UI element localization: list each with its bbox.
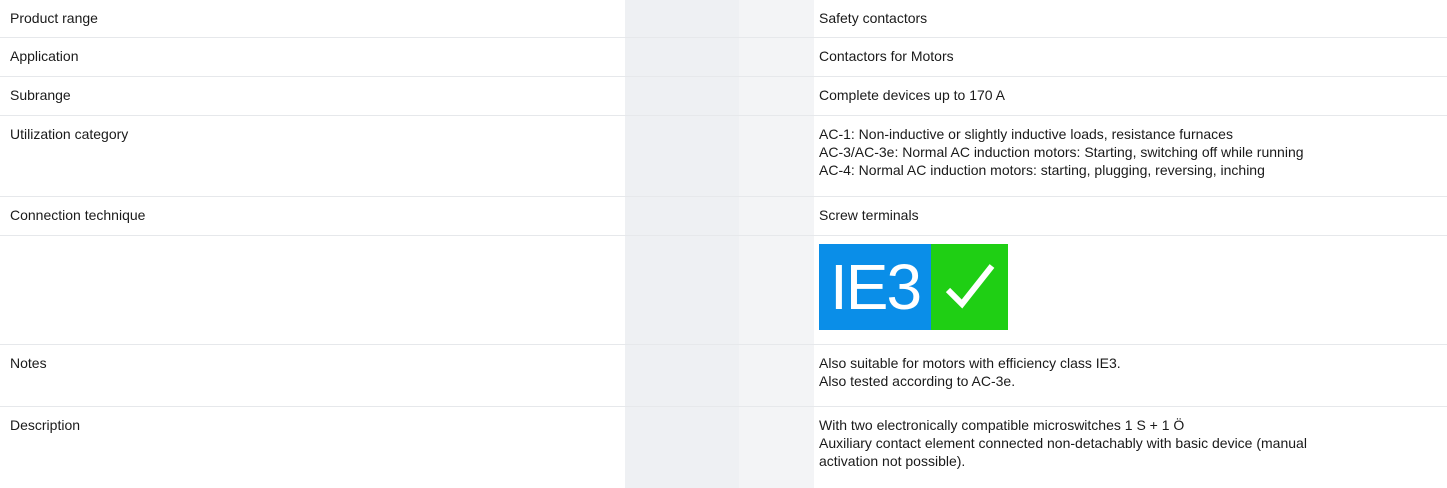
spec-row-connection-technique: Connection technique Screw terminals xyxy=(0,197,1447,236)
spec-value-line: Auxiliary contact element connected non-… xyxy=(819,435,1307,451)
spec-value: Screw terminals xyxy=(815,197,1447,235)
spec-row-subrange: Subrange Complete devices up to 170 A xyxy=(0,77,1447,116)
spec-label: Application xyxy=(10,48,79,64)
spec-row-ie3-badge: IE3 xyxy=(0,236,1447,345)
ie3-badge: IE3 xyxy=(819,244,1008,330)
spec-row-notes: Notes Also suitable for motors with effi… xyxy=(0,345,1447,407)
spec-value-line: Safety contactors xyxy=(819,10,928,26)
spec-label: Subrange xyxy=(10,87,71,103)
spec-label: Notes xyxy=(10,355,47,371)
spec-value-line: Also tested according to AC-3e. xyxy=(819,373,1016,389)
spec-value: Contactors for Motors xyxy=(815,38,1447,76)
checkmark-icon xyxy=(931,244,1008,330)
spec-value-line: Complete devices up to 170 A xyxy=(819,87,1006,103)
spec-value: Safety contactors xyxy=(815,0,1447,37)
spec-label: Product range xyxy=(10,10,98,26)
spec-value-line: Screw terminals xyxy=(819,207,919,223)
spec-value-line: Contactors for Motors xyxy=(819,48,954,64)
spec-table: Product range Safety contactors Applicat… xyxy=(0,0,1447,488)
spec-value: Also suitable for motors with efficiency… xyxy=(815,345,1447,406)
spec-row-application: Application Contactors for Motors xyxy=(0,38,1447,77)
spec-value: With two electronically compatible micro… xyxy=(815,407,1447,488)
spec-value-line: AC-1: Non-inductive or slightly inductiv… xyxy=(819,126,1233,142)
ie3-badge-text: IE3 xyxy=(819,244,931,330)
spec-row-description: Description With two electronically comp… xyxy=(0,407,1447,488)
spec-value-line: AC-4: Normal AC induction motors: starti… xyxy=(819,162,1265,178)
spec-row-utilization-category: Utilization category AC-1: Non-inductive… xyxy=(0,116,1447,197)
spec-row-product-range: Product range Safety contactors xyxy=(0,0,1447,38)
checkmark-icon-glyph xyxy=(945,264,994,309)
spec-value-line: With two electronically compatible micro… xyxy=(819,417,1185,433)
spec-value: Complete devices up to 170 A xyxy=(815,77,1447,115)
spec-value-line: AC-3/AC-3e: Normal AC induction motors: … xyxy=(819,144,1304,160)
spec-label xyxy=(0,236,815,344)
spec-value-line: Also suitable for motors with efficiency… xyxy=(819,355,1121,371)
spec-label: Description xyxy=(10,417,81,433)
spec-label: Connection technique xyxy=(10,207,146,223)
spec-value: AC-1: Non-inductive or slightly inductiv… xyxy=(815,116,1447,196)
spec-value: IE3 xyxy=(815,236,1447,344)
spec-value-line: activation not possible). xyxy=(819,453,966,469)
spec-label: Utilization category xyxy=(10,126,129,142)
